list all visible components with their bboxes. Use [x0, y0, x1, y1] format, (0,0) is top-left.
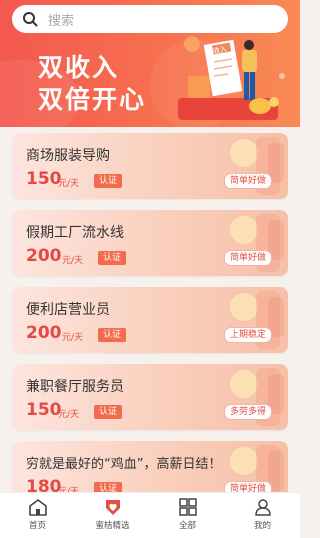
- search-icon: [23, 12, 38, 27]
- tab-label: 我的: [253, 521, 271, 531]
- job-card[interactable]: 假期工厂流水线 200 元/天 认证 简单好做: [12, 210, 288, 276]
- job-price: 150: [26, 169, 62, 189]
- tab-mine[interactable]: 我的: [225, 495, 300, 531]
- price-unit: 元/天: [62, 333, 84, 343]
- tab-label: 蜜桔精选: [95, 521, 130, 531]
- tab-home[interactable]: 首页: [0, 495, 75, 531]
- card-decoration: [230, 291, 284, 349]
- job-tag: 简单好做: [223, 250, 272, 266]
- job-title: 穷就是最好的“鸡血”，高薪日结！: [26, 457, 222, 472]
- job-card[interactable]: 便利店营业员 200 元/天 认证 上期稳定: [12, 287, 288, 353]
- job-title: 便利店营业员: [26, 302, 110, 318]
- job-price: 200: [26, 323, 62, 343]
- search-bar[interactable]: 搜索: [12, 5, 288, 33]
- job-tag: 上期稳定: [223, 327, 272, 343]
- job-title: 假期工厂流水线: [26, 225, 124, 241]
- job-title: 兼职餐厅服务员: [26, 379, 124, 395]
- tab-label: 首页: [28, 521, 46, 531]
- card-decoration: [230, 214, 284, 272]
- card-decoration: [230, 368, 284, 426]
- home-icon: [28, 499, 47, 516]
- user-icon: [254, 499, 271, 516]
- job-tag: 多劳多得: [223, 404, 272, 420]
- banner-headline-line1: 双收入: [38, 53, 120, 82]
- grid-icon: [178, 498, 197, 516]
- job-price: 200: [26, 246, 62, 266]
- tab-label: 全部: [178, 521, 196, 531]
- job-title: 商场服装导购: [26, 148, 110, 164]
- job-price: 150: [26, 400, 62, 420]
- search-input[interactable]: 搜索: [48, 10, 74, 29]
- job-tag: 简单好做: [223, 173, 272, 189]
- income-illustration: 收入: [178, 36, 285, 120]
- heart-badge-icon: [105, 500, 120, 515]
- bottom-tab-bar: 首页 蜜桔精选 全部 我的: [0, 492, 300, 538]
- hero-banner[interactable]: 搜索 双收入 双倍开心 收入: [0, 0, 300, 127]
- certified-badge: 认证: [98, 328, 127, 342]
- job-card[interactable]: 商场服装导购 150 元/天 认证 简单好做: [12, 133, 288, 199]
- job-card[interactable]: 兼职餐厅服务员 150 元/天 认证 多劳多得: [12, 364, 288, 430]
- certified-badge: 认证: [98, 251, 127, 265]
- certified-badge: 认证: [94, 174, 123, 188]
- card-decoration: [230, 137, 284, 195]
- price-unit: 元/天: [58, 410, 80, 420]
- tab-all[interactable]: 全部: [150, 495, 225, 531]
- banner-headline-line2: 双倍开心: [38, 85, 147, 114]
- tab-featured[interactable]: 蜜桔精选: [75, 495, 150, 531]
- price-unit: 元/天: [58, 179, 80, 189]
- price-unit: 元/天: [62, 256, 84, 266]
- certified-badge: 认证: [94, 405, 123, 419]
